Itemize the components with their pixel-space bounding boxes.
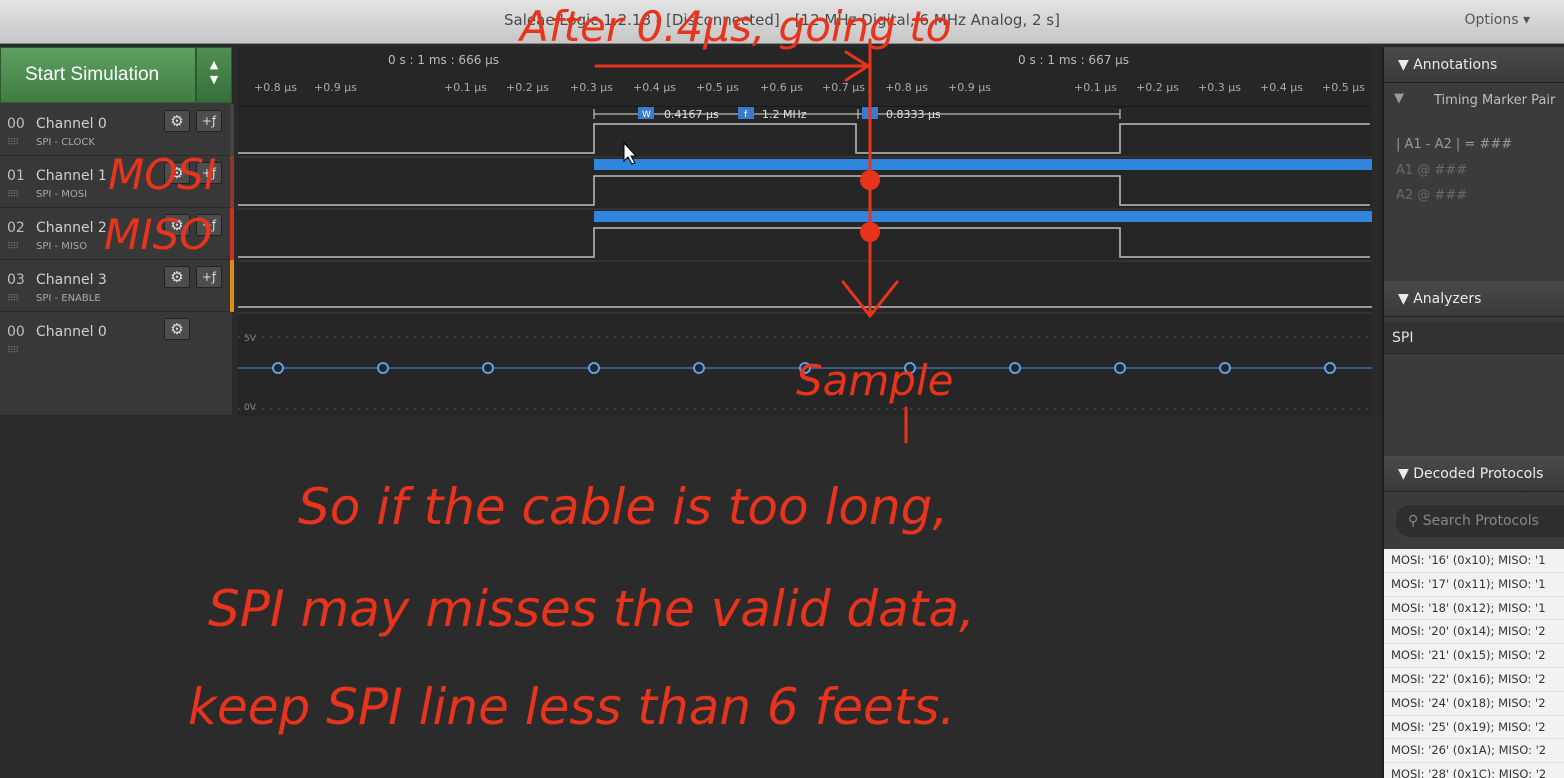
pin-icon[interactable]: ▼ [1394, 91, 1404, 106]
channel-name[interactable]: Channel 0 [36, 116, 107, 132]
timeline-tick: +0.5 μs [696, 81, 739, 94]
decoded-row[interactable]: MOSI: '24' (0x18); MISO: '2 [1384, 692, 1564, 716]
channel-sub: SPI - MOSI [36, 189, 88, 200]
mosi-decoded-bar [594, 159, 1372, 170]
trigger-icon[interactable]: +ƒ [196, 214, 222, 236]
timeline-abs-left: 0 s : 1 ms : 666 μs [388, 53, 500, 67]
analog-5v-label: 5V [244, 334, 257, 344]
channel-color-bar [230, 156, 234, 208]
decoded-row[interactable]: MOSI: '26' (0x1A); MISO: '2 [1384, 739, 1564, 764]
timeline-tick: +0.2 μs [1136, 81, 1179, 94]
timeline-tick: +0.8 μs [254, 81, 297, 94]
timeline-tick: +0.3 μs [1198, 81, 1241, 94]
channel-row-2[interactable]: 02 Channel 2 SPI - MISO ⠿⠿ ⚙ +ƒ [0, 208, 234, 260]
timeline-tick: +0.9 μs [948, 81, 991, 94]
decoded-row[interactable]: MOSI: '28' (0x1C); MISO: '2 [1384, 763, 1564, 778]
drag-grip-icon[interactable]: ⠿⠿ [7, 242, 19, 252]
marker-a2: A2 @ ### [1396, 188, 1468, 203]
drag-grip-icon[interactable]: ⠿⠿ [7, 346, 19, 356]
channel-row-0[interactable]: 00 Channel 0 SPI - CLOCK ⠿⠿ ⚙ +ƒ [0, 104, 234, 156]
waveform-area[interactable]: W 0.4167 μs f 1.2 MHz 0.8333 μs 5V 0V [238, 107, 1372, 417]
timing-marker-pair[interactable]: Timing Marker Pair [1434, 93, 1555, 108]
channel-num: 00 [7, 324, 25, 340]
period-badge-icon [862, 107, 878, 119]
window-titlebar: Saleae Logic 1.2.18 - [Disconnected] - [… [0, 0, 1564, 44]
timeline-abs-right: 0 s : 1 ms : 667 μs [1018, 53, 1130, 67]
gear-icon[interactable]: ⚙ [164, 162, 190, 184]
start-simulation-button[interactable]: Start Simulation [0, 47, 196, 103]
measure-period: 0.8333 μs [886, 108, 941, 121]
measure-width: 0.4167 μs [664, 108, 719, 121]
gear-icon[interactable]: ⚙ [164, 266, 190, 288]
drag-grip-icon[interactable]: ⠿⠿ [7, 138, 19, 148]
channel-sub: SPI - CLOCK [36, 137, 95, 148]
timeline-tick: +0.2 μs [506, 81, 549, 94]
right-sidebar: ▼ Annotations ▼ Timing Marker Pair | A1 … [1382, 47, 1564, 778]
timeline-tick: +0.6 μs [760, 81, 803, 94]
decoded-row[interactable]: MOSI: '17' (0x11); MISO: '1 [1384, 573, 1564, 597]
miso-decoded-bar [594, 211, 1372, 222]
channel-sub: SPI - ENABLE [36, 293, 101, 304]
decoded-row[interactable]: MOSI: '18' (0x12); MISO: '1 [1384, 597, 1564, 621]
timeline-tick: +0.4 μs [633, 81, 676, 94]
timeline-tick: +0.4 μs [1260, 81, 1303, 94]
gear-icon[interactable]: ⚙ [164, 318, 190, 340]
analyzers-header[interactable]: ▼ Analyzers [1384, 281, 1564, 317]
decoded-row[interactable]: MOSI: '25' (0x19); MISO: '2 [1384, 716, 1564, 740]
options-menu-button[interactable]: Options ▾ [1465, 12, 1531, 28]
decoded-row[interactable]: MOSI: '16' (0x10); MISO: '1 [1384, 549, 1564, 573]
channel-sub: SPI - MISO [36, 241, 88, 252]
channel-name[interactable]: Channel 1 [36, 168, 107, 184]
channel-name[interactable]: Channel 0 [36, 324, 107, 340]
timeline-tick: +0.7 μs [822, 81, 865, 94]
channel-row-1[interactable]: 01 Channel 1 SPI - MOSI ⠿⠿ ⚙ +ƒ [0, 156, 234, 208]
drag-grip-icon[interactable]: ⠿⠿ [7, 190, 19, 200]
channel-row-4[interactable]: 00 Channel 0 ⠿⠿ ⚙ [0, 312, 232, 416]
gear-icon[interactable]: ⚙ [164, 214, 190, 236]
trigger-icon[interactable]: +ƒ [196, 162, 222, 184]
start-options-arrow-icon[interactable]: ▲ ▼ [196, 47, 232, 103]
channel-color-bar [230, 260, 234, 312]
window-title: Saleae Logic 1.2.18 - [Disconnected] - [… [504, 11, 1060, 29]
channel-num: 03 [7, 272, 25, 288]
timeline-tick: +0.5 μs [1322, 81, 1365, 94]
channel-row-3[interactable]: 03 Channel 3 SPI - ENABLE ⠿⠿ ⚙ +ƒ [0, 260, 234, 312]
drag-grip-icon[interactable]: ⠿⠿ [7, 294, 19, 304]
decoded-row[interactable]: MOSI: '22' (0x16); MISO: '2 [1384, 668, 1564, 692]
timeline-tick: +0.3 μs [570, 81, 613, 94]
analyzer-spi[interactable]: SPI [1384, 322, 1564, 354]
empty-capture-area [0, 417, 1380, 778]
measure-freq: 1.2 MHz [762, 108, 807, 121]
marker-a1: A1 @ ### [1396, 163, 1468, 178]
channel-color-bar [230, 104, 234, 156]
gear-icon[interactable]: ⚙ [164, 110, 190, 132]
timeline-tick: +0.8 μs [885, 81, 928, 94]
annotations-header[interactable]: ▼ Annotations [1384, 47, 1564, 83]
channel-name[interactable]: Channel 2 [36, 220, 107, 236]
channel-color-bar [230, 208, 234, 260]
timeline-ruler[interactable]: 0 s : 1 ms : 666 μs 0 s : 1 ms : 667 μs … [238, 47, 1372, 107]
decoded-row[interactable]: MOSI: '21' (0x15); MISO: '2 [1384, 644, 1564, 668]
decoded-protocols-list[interactable]: MOSI: '16' (0x10); MISO: '1 MOSI: '17' (0… [1384, 549, 1564, 778]
search-placeholder: Search Protocols [1422, 513, 1539, 529]
decoded-protocols-header[interactable]: ▼ Decoded Protocols [1384, 456, 1564, 492]
analog-0v-label: 0V [244, 403, 257, 413]
search-icon: ⚲ [1408, 513, 1419, 529]
width-badge: W [642, 110, 651, 120]
search-protocols-input[interactable]: ⚲ Search Protocols [1396, 505, 1564, 537]
marker-diff: | A1 - A2 | = ### [1396, 137, 1513, 152]
timeline-tick: +0.1 μs [444, 81, 487, 94]
timeline-tick: +0.9 μs [314, 81, 357, 94]
trigger-icon[interactable]: +ƒ [196, 110, 222, 132]
channel-name[interactable]: Channel 3 [36, 272, 107, 288]
channel-num: 00 [7, 116, 25, 132]
timeline-tick: +0.1 μs [1074, 81, 1117, 94]
decoded-row[interactable]: MOSI: '20' (0x14); MISO: '2 [1384, 620, 1564, 645]
channel-num: 01 [7, 168, 25, 184]
trigger-icon[interactable]: +ƒ [196, 266, 222, 288]
channel-panel: Start Simulation ▲ ▼ 00 Channel 0 SPI - CLO… [0, 47, 234, 416]
channel-num: 02 [7, 220, 25, 236]
